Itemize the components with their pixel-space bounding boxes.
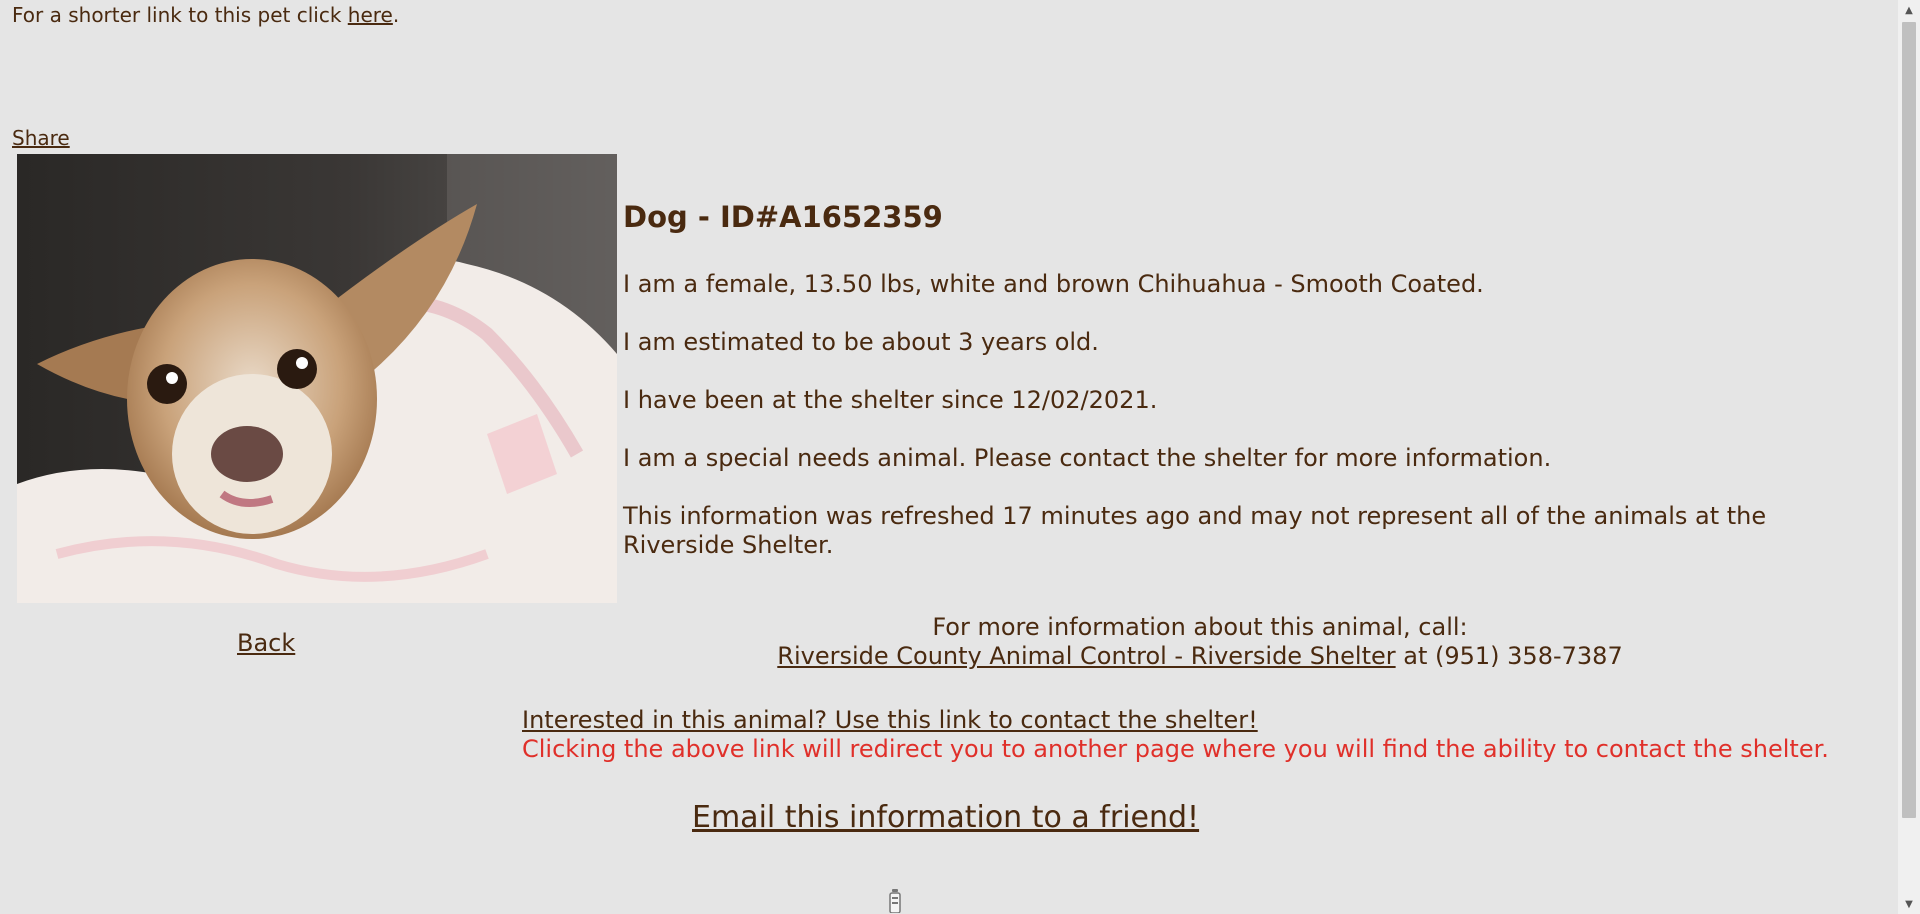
redirect-warning: Clicking the above link will redirect yo… [522, 735, 1829, 763]
pet-photo [17, 154, 617, 603]
refresh-notice: This information was refreshed 17 minute… [623, 502, 1767, 559]
animal-info: Dog - ID#A1652359 I am a female, 13.50 l… [623, 198, 1883, 589]
chihuahua-photo-icon [17, 154, 617, 603]
animal-title: Dog - ID#A1652359 [623, 200, 943, 234]
animal-special-needs: I am a special needs animal. Please cont… [623, 444, 1552, 472]
scroll-up-arrow-icon[interactable]: ▲ [1898, 0, 1920, 20]
shorter-link-line: For a shorter link to this pet click her… [12, 3, 399, 27]
contact-line: Riverside County Animal Control - Rivers… [620, 642, 1780, 671]
animal-description: I am a female, 13.50 lbs, white and brow… [623, 270, 1484, 298]
animal-age: I am estimated to be about 3 years old. [623, 328, 1099, 356]
share-link[interactable]: Share [12, 126, 70, 150]
page: For a shorter link to this pet click her… [0, 0, 1898, 914]
interest-section: Interested in this animal? Use this link… [522, 706, 1892, 764]
vertical-scrollbar[interactable]: ▲ ▼ [1898, 0, 1920, 914]
shorter-link-suffix: . [392, 3, 400, 27]
shorter-link-here[interactable]: here [348, 3, 393, 27]
shorter-link-prefix: For a shorter link to this pet click [12, 3, 348, 27]
back-link[interactable]: Back [237, 628, 295, 658]
animal-shelter-since: I have been at the shelter since 12/02/2… [623, 386, 1158, 414]
scrollbar-thumb[interactable] [1902, 22, 1916, 818]
loading-spinner-icon [887, 887, 903, 914]
shelter-link[interactable]: Riverside County Animal Control - Rivers… [777, 642, 1395, 670]
scroll-down-arrow-icon[interactable]: ▼ [1898, 894, 1920, 914]
contact-intro: For more information about this animal, … [932, 613, 1468, 641]
email-friend-link[interactable]: Email this information to a friend! [692, 800, 1199, 836]
contact-shelter-link[interactable]: Interested in this animal? Use this link… [522, 706, 1258, 734]
contact-info: For more information about this animal, … [620, 613, 1780, 671]
shelter-phone: at (951) 358-7387 [1395, 642, 1623, 670]
